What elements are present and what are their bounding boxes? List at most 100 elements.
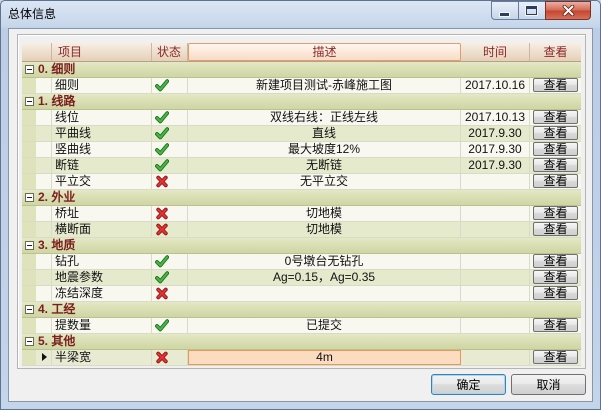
minimize-icon	[500, 13, 509, 16]
cell-status	[152, 270, 188, 285]
cell-item: 细则	[52, 78, 152, 93]
cell-description[interactable]: 无断链	[188, 158, 461, 173]
table-row[interactable]: 半梁宽 4m 查看	[22, 350, 581, 366]
column-header-item[interactable]: 项目	[52, 43, 152, 61]
table-row[interactable]: 断链 无断链 2017.9.30 查看	[22, 158, 581, 174]
row-indicator	[36, 206, 52, 221]
view-button[interactable]: 查看	[533, 222, 578, 236]
collapse-icon[interactable]	[25, 193, 34, 202]
table-row[interactable]: 地震参数 Ag=0.15，Ag=0.35 查看	[22, 270, 581, 286]
group-row[interactable]: 5. 其他	[22, 334, 581, 350]
view-button[interactable]: 查看	[533, 174, 578, 188]
collapse-icon[interactable]	[25, 305, 34, 314]
row-indicator	[36, 350, 52, 365]
collapse-icon[interactable]	[25, 65, 34, 74]
group-row[interactable]: 2. 外业	[22, 190, 581, 206]
cell-time	[461, 206, 530, 221]
cell-description[interactable]: 双线右线：正线左线	[188, 110, 461, 125]
row-indicator	[36, 126, 52, 141]
view-button[interactable]: 查看	[533, 318, 578, 332]
group-label: 0. 细则	[38, 62, 76, 76]
cell-time	[461, 318, 530, 333]
table-row[interactable]: 冻结深度 查看	[22, 286, 581, 302]
row-indent	[22, 286, 36, 301]
close-button[interactable]	[545, 1, 591, 20]
view-button[interactable]: 查看	[533, 78, 578, 92]
view-button[interactable]: 查看	[533, 110, 578, 124]
cell-description[interactable]: 无平立交	[188, 174, 461, 189]
collapse-icon[interactable]	[25, 241, 34, 250]
cell-view: 查看	[530, 254, 581, 269]
view-button[interactable]: 查看	[533, 270, 578, 284]
row-indent	[22, 270, 36, 285]
view-button[interactable]: 查看	[533, 158, 578, 172]
check-icon	[155, 319, 169, 332]
row-indent	[22, 78, 36, 93]
view-button[interactable]: 查看	[533, 350, 578, 364]
group-label: 2. 外业	[38, 190, 76, 204]
cancel-button[interactable]: 取消	[511, 374, 586, 395]
cell-description[interactable]: 切地模	[188, 222, 461, 237]
group-label: 5. 其他	[38, 334, 76, 348]
group-row[interactable]: 1. 线路	[22, 94, 581, 110]
cell-item: 平立交	[52, 174, 152, 189]
table-row[interactable]: 提数量 已提交 查看	[22, 318, 581, 334]
table-row[interactable]: 细则 新建项目测试-赤峰施工图 2017.10.16 查看	[22, 78, 581, 94]
cell-description[interactable]	[188, 286, 461, 301]
cell-time: 2017.10.16	[461, 78, 530, 93]
maximize-icon	[526, 6, 537, 15]
view-button[interactable]: 查看	[533, 254, 578, 268]
table-row[interactable]: 横断面 切地模 查看	[22, 222, 581, 238]
cell-status	[152, 78, 188, 93]
row-indicator	[36, 318, 52, 333]
cell-item: 地震参数	[52, 270, 152, 285]
view-button[interactable]: 查看	[533, 126, 578, 140]
column-header-status[interactable]: 状态	[152, 43, 188, 61]
table-row[interactable]: 线位 双线右线：正线左线 2017.10.13 查看	[22, 110, 581, 126]
collapse-icon[interactable]	[25, 337, 34, 346]
cell-status	[152, 254, 188, 269]
cell-description[interactable]: 4m	[188, 350, 461, 365]
cell-time: 2017.9.30	[461, 142, 530, 157]
cell-description[interactable]: 切地模	[188, 206, 461, 221]
row-indent	[22, 318, 36, 333]
table-row[interactable]: 钻孔 0号墩台无钻孔 查看	[22, 254, 581, 270]
group-row[interactable]: 3. 地质	[22, 238, 581, 254]
minimize-button[interactable]	[491, 1, 518, 20]
cell-description[interactable]: Ag=0.15，Ag=0.35	[188, 270, 461, 285]
check-icon	[155, 271, 169, 284]
collapse-icon[interactable]	[25, 97, 34, 106]
cross-icon	[156, 175, 168, 188]
cell-item: 钻孔	[52, 254, 152, 269]
cell-description[interactable]: 直线	[188, 126, 461, 141]
maximize-button[interactable]	[518, 1, 545, 20]
ok-button[interactable]: 确定	[431, 374, 506, 395]
group-row[interactable]: 0. 细则	[22, 62, 581, 78]
view-button[interactable]: 查看	[533, 286, 578, 300]
view-button[interactable]: 查看	[533, 142, 578, 156]
cell-description[interactable]: 已提交	[188, 318, 461, 333]
cell-status	[152, 174, 188, 189]
table-row[interactable]: 平立交 无平立交 查看	[22, 174, 581, 190]
cell-time	[461, 270, 530, 285]
cell-description[interactable]: 0号墩台无钻孔	[188, 254, 461, 269]
check-icon	[155, 79, 169, 92]
column-header-time[interactable]: 时间	[461, 43, 530, 61]
cell-item: 桥址	[52, 206, 152, 221]
cell-description[interactable]: 新建项目测试-赤峰施工图	[188, 78, 461, 93]
cell-description[interactable]: 最大坡度12%	[188, 142, 461, 157]
row-indent	[22, 222, 36, 237]
column-header-view[interactable]: 查看	[530, 43, 581, 61]
table-row[interactable]: 竖曲线 最大坡度12% 2017.9.30 查看	[22, 142, 581, 158]
view-button[interactable]: 查看	[533, 206, 578, 220]
table-row[interactable]: 平曲线 直线 2017.9.30 查看	[22, 126, 581, 142]
cell-item: 平曲线	[52, 126, 152, 141]
group-label: 4. 工经	[38, 302, 76, 316]
cell-status	[152, 142, 188, 157]
table-row[interactable]: 桥址 切地模 查看	[22, 206, 581, 222]
column-header-description[interactable]: 描述	[188, 43, 461, 61]
row-indicator	[36, 254, 52, 269]
row-indent	[22, 206, 36, 221]
row-indicator	[36, 286, 52, 301]
group-row[interactable]: 4. 工经	[22, 302, 581, 318]
